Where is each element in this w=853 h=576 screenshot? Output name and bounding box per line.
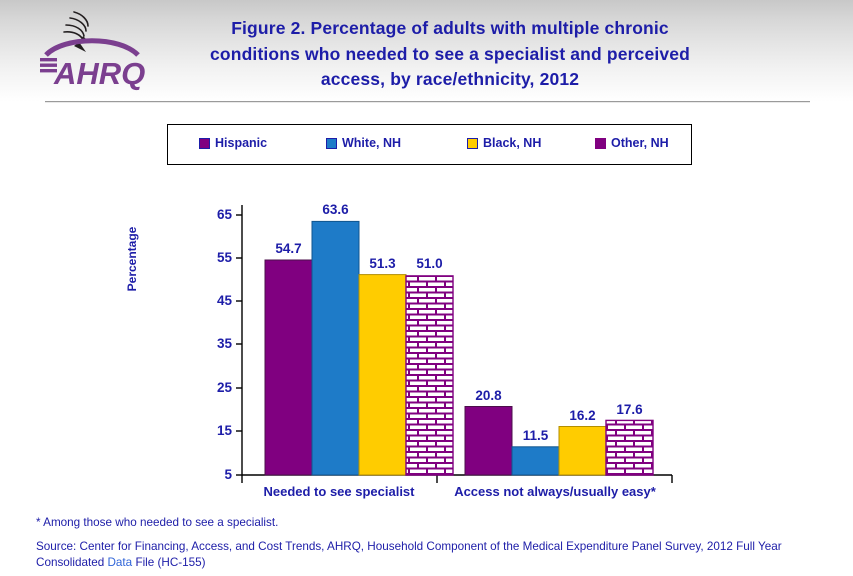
- data-file-link[interactable]: Data: [107, 556, 132, 569]
- y-tick-25: 25: [216, 380, 232, 395]
- footnote-asterisk: * Among those who needed to see a specia…: [36, 516, 279, 529]
- y-tick-65: 65: [216, 207, 232, 222]
- figure-page: AHRQ Figure 2. Percentage of adults with…: [0, 0, 853, 576]
- bar-hispanic-access: [464, 406, 513, 476]
- x-axis-label-needed-to-see-specialist: Needed to see specialist: [263, 484, 415, 499]
- footnote-source-text2: File (HC-155): [135, 556, 206, 569]
- data-label-other-nh-access: 17.6: [616, 402, 643, 417]
- y-tick-35: 35: [216, 336, 232, 351]
- data-label-white-nh-needed: 63.6: [322, 202, 349, 217]
- data-label-other-nh-needed: 51.0: [416, 256, 443, 271]
- bar-black-nh-access: [558, 426, 607, 476]
- footnotes: * Among those who needed to see a specia…: [36, 515, 796, 572]
- x-axis-label-access-not-easy: Access not always/usually easy*: [454, 484, 656, 499]
- bar-black-nh-needed: [358, 274, 407, 476]
- y-tick-5: 5: [224, 467, 232, 482]
- footnote-source: Source: Center for Financing, Access, an…: [36, 539, 796, 572]
- y-axis-title: Percentage: [125, 226, 139, 292]
- bar-white-nh-access: [511, 446, 560, 476]
- y-tick-15: 15: [216, 423, 232, 438]
- bar-hispanic-needed: [264, 259, 313, 476]
- bar-other-nh-access: [605, 419, 654, 476]
- y-tick-45: 45: [216, 293, 232, 308]
- y-tick-55: 55: [216, 250, 232, 265]
- data-label-hispanic-access: 20.8: [475, 388, 502, 403]
- bar-white-nh-needed: [311, 220, 360, 476]
- chart-plot-area: Percentage 65 55 45 35 25 15 5 54.7 63.6…: [0, 0, 853, 576]
- bar-other-nh-needed: [405, 275, 454, 476]
- data-label-white-nh-access: 11.5: [522, 428, 549, 443]
- data-label-hispanic-needed: 54.7: [275, 241, 302, 256]
